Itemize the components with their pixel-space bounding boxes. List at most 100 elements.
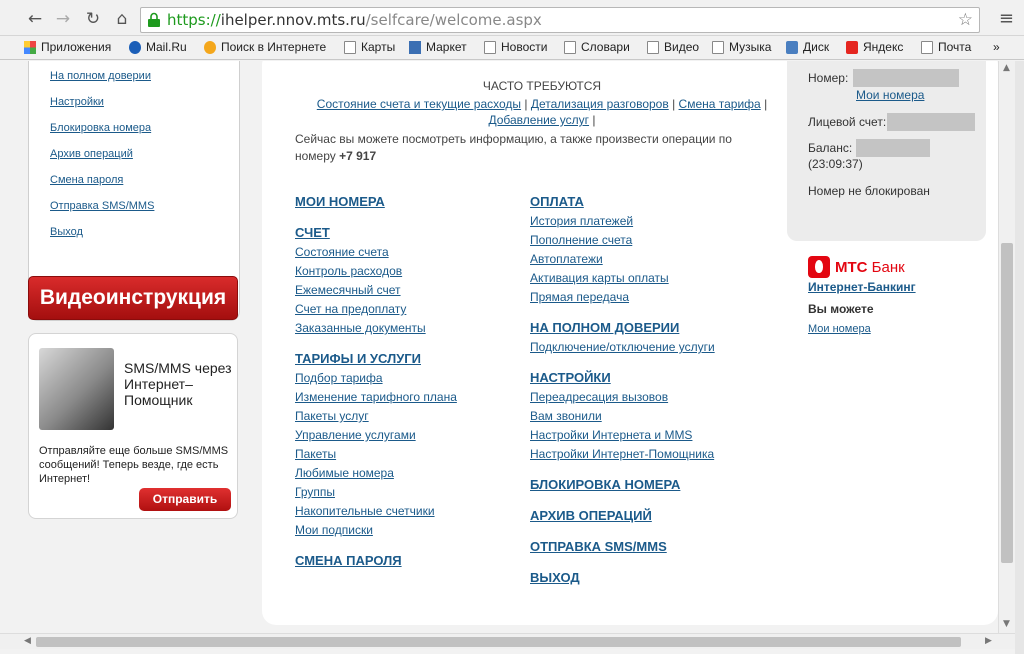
link-autopay[interactable]: Автоплатежи bbox=[530, 252, 603, 266]
browser-toolbar: ← → ↻ ⌂ https://ihelper.nnov.mts.ru/self… bbox=[0, 0, 1024, 36]
link-counters[interactable]: Накопительные счетчики bbox=[295, 504, 435, 518]
scroll-down-icon[interactable]: ▼ bbox=[1003, 619, 1010, 629]
bookmarks-more[interactable]: » bbox=[993, 40, 1000, 54]
back-arrow-icon[interactable]: ← bbox=[24, 8, 46, 30]
bookmark-music[interactable]: Музыка bbox=[712, 40, 771, 54]
link-expense-control[interactable]: Контроль расходов bbox=[295, 264, 402, 278]
scroll-right-icon[interactable]: ▶ bbox=[985, 636, 992, 646]
my-numbers-link[interactable]: Мои номера bbox=[856, 88, 924, 102]
link-change-plan[interactable]: Изменение тарифного плана bbox=[295, 390, 457, 404]
scroll-left-icon[interactable]: ◀ bbox=[24, 636, 31, 646]
bank-my-numbers-link[interactable]: Мои номера bbox=[808, 323, 871, 335]
link-internet-mms-settings[interactable]: Настройки Интернета и MMS bbox=[530, 428, 692, 442]
bookmark-market[interactable]: Маркет bbox=[409, 40, 467, 54]
sidebar-link-password[interactable]: Смена пароля bbox=[50, 174, 123, 186]
bookmark-label: Mail.Ru bbox=[146, 40, 187, 54]
frequent-title: ЧАСТО ТРЕБУЮТСЯ bbox=[482, 79, 602, 93]
bookmark-label: Карты bbox=[361, 40, 396, 54]
disk-icon bbox=[786, 40, 798, 54]
link-helper-settings[interactable]: Настройки Интернет-Помощника bbox=[530, 447, 714, 461]
bookmark-mail[interactable]: Почта bbox=[921, 40, 971, 54]
sidebar-link-trust[interactable]: На полном доверии bbox=[50, 70, 151, 82]
section-my-numbers[interactable]: МОИ НОМЕРА bbox=[295, 194, 385, 209]
link-balance-expenses[interactable]: Состояние счета и текущие расходы bbox=[317, 97, 521, 111]
sidebar-link-settings[interactable]: Настройки bbox=[50, 96, 104, 108]
home-icon[interactable]: ⌂ bbox=[111, 8, 133, 30]
link-account-status[interactable]: Состояние счета bbox=[295, 245, 389, 259]
section-settings[interactable]: НАСТРОЙКИ bbox=[530, 370, 611, 385]
section-account[interactable]: СЧЕТ bbox=[295, 225, 330, 240]
link-favorite-numbers[interactable]: Любимые номера bbox=[295, 466, 394, 480]
link-groups[interactable]: Группы bbox=[295, 485, 335, 499]
separator: | bbox=[672, 97, 676, 111]
section-archive[interactable]: АРХИВ ОПЕРАЦИЙ bbox=[530, 508, 652, 523]
link-card-activation[interactable]: Активация карты оплаты bbox=[530, 271, 669, 285]
bookmark-news[interactable]: Новости bbox=[484, 40, 547, 54]
reload-icon[interactable]: ↻ bbox=[82, 8, 104, 30]
bookmark-dictionaries[interactable]: Словари bbox=[564, 40, 630, 54]
sidebar-link-exit[interactable]: Выход bbox=[50, 226, 83, 238]
link-connect-disconnect[interactable]: Подключение/отключение услуги bbox=[530, 340, 715, 354]
sidebar-link-archive[interactable]: Архив операций bbox=[50, 148, 133, 160]
link-prepay-bill[interactable]: Счет на предоплату bbox=[295, 302, 406, 316]
personal-account-label: Лицевой счет: bbox=[808, 115, 887, 129]
section-change-password[interactable]: СМЕНА ПАРОЛЯ bbox=[295, 553, 402, 568]
video-instruction-button[interactable]: Видеоинструкция bbox=[28, 276, 238, 320]
link-add-services[interactable]: Добавление услуг bbox=[488, 113, 589, 127]
separator: | bbox=[524, 97, 528, 111]
forward-arrow-icon[interactable]: → bbox=[52, 8, 74, 30]
url-text: https://ihelper.nnov.mts.ru/selfcare/wel… bbox=[167, 11, 542, 29]
section-tariffs[interactable]: ТАРИФЫ И УСЛУГИ bbox=[295, 351, 421, 366]
link-payment-history[interactable]: История платежей bbox=[530, 214, 633, 228]
market-icon bbox=[409, 40, 421, 54]
scroll-up-icon[interactable]: ▲ bbox=[1003, 63, 1010, 73]
bookmark-maps[interactable]: Карты bbox=[344, 40, 395, 54]
bookmark-label: Поиск в Интернете bbox=[221, 40, 327, 54]
horizontal-scroll-thumb[interactable] bbox=[36, 637, 961, 647]
section-exit[interactable]: ВЫХОД bbox=[530, 570, 580, 585]
promo-title: SMS/MMS через Интернет–Помощник bbox=[124, 360, 232, 408]
send-button[interactable]: Отправить bbox=[139, 488, 231, 511]
link-service-packages[interactable]: Пакеты услуг bbox=[295, 409, 369, 423]
bookmark-search[interactable]: Поиск в Интернете bbox=[204, 40, 326, 54]
section-block-number[interactable]: БЛОКИРОВКА НОМЕРА bbox=[530, 477, 680, 492]
link-change-tariff[interactable]: Смена тарифа bbox=[679, 97, 761, 111]
redacted-number bbox=[853, 69, 959, 87]
link-top-up[interactable]: Пополнение счета bbox=[530, 233, 632, 247]
link-packages[interactable]: Пакеты bbox=[295, 447, 336, 461]
section-payment[interactable]: ОПЛАТА bbox=[530, 194, 584, 209]
sidebar-link-block[interactable]: Блокировка номера bbox=[50, 122, 151, 134]
address-bar[interactable]: https://ihelper.nnov.mts.ru/selfcare/wel… bbox=[140, 7, 980, 33]
bookmark-label: Яндекс bbox=[863, 40, 904, 54]
link-missed-calls[interactable]: Вам звонили bbox=[530, 409, 602, 423]
link-call-forwarding[interactable]: Переадресация вызовов bbox=[530, 390, 668, 404]
bookmark-video[interactable]: Видео bbox=[647, 40, 699, 54]
section-trust[interactable]: НА ПОЛНОМ ДОВЕРИИ bbox=[530, 320, 679, 335]
link-monthly-bill[interactable]: Ежемесячный счет bbox=[295, 283, 401, 297]
link-call-details[interactable]: Детализация разговоров bbox=[531, 97, 669, 111]
vertical-scroll-thumb[interactable] bbox=[1001, 243, 1013, 563]
vertical-scrollbar[interactable]: ▲ ▼ bbox=[998, 61, 1015, 633]
phone-number: +7 917 bbox=[339, 149, 377, 163]
menu-icon[interactable]: ≡ bbox=[999, 8, 1014, 29]
mts-bank-logo[interactable]: МТС Банк bbox=[808, 256, 905, 278]
internet-banking-link[interactable]: Интернет-Банкинг bbox=[808, 280, 916, 294]
link-manage-services[interactable]: Управление услугами bbox=[295, 428, 416, 442]
sidebar-link-sms[interactable]: Отправка SMS/MMS bbox=[50, 200, 154, 212]
balance-label: Баланс: bbox=[808, 141, 853, 155]
bookmark-star-icon[interactable]: ☆ bbox=[958, 10, 973, 30]
lock-icon bbox=[148, 12, 160, 27]
sms-promo-banner: SMS/MMS через Интернет–Помощник Отправля… bbox=[28, 333, 238, 519]
bookmark-apps[interactable]: Приложения bbox=[24, 40, 111, 54]
bookmark-label: Музыка bbox=[729, 40, 772, 54]
bookmark-yandex[interactable]: Яндекс bbox=[846, 40, 903, 54]
bookmark-disk[interactable]: Диск bbox=[786, 40, 829, 54]
link-tariff-selection[interactable]: Подбор тарифа bbox=[295, 371, 383, 385]
horizontal-scrollbar[interactable]: ◀ ▶ bbox=[0, 633, 1015, 649]
link-direct-transfer[interactable]: Прямая передача bbox=[530, 290, 629, 304]
link-subscriptions[interactable]: Мои подписки bbox=[295, 523, 373, 537]
section-send-sms[interactable]: ОТПРАВКА SMS/MMS bbox=[530, 539, 667, 554]
bookmark-mailru[interactable]: Mail.Ru bbox=[129, 40, 187, 54]
link-ordered-docs[interactable]: Заказанные документы bbox=[295, 321, 426, 335]
bookmark-label: Приложения bbox=[41, 40, 112, 54]
